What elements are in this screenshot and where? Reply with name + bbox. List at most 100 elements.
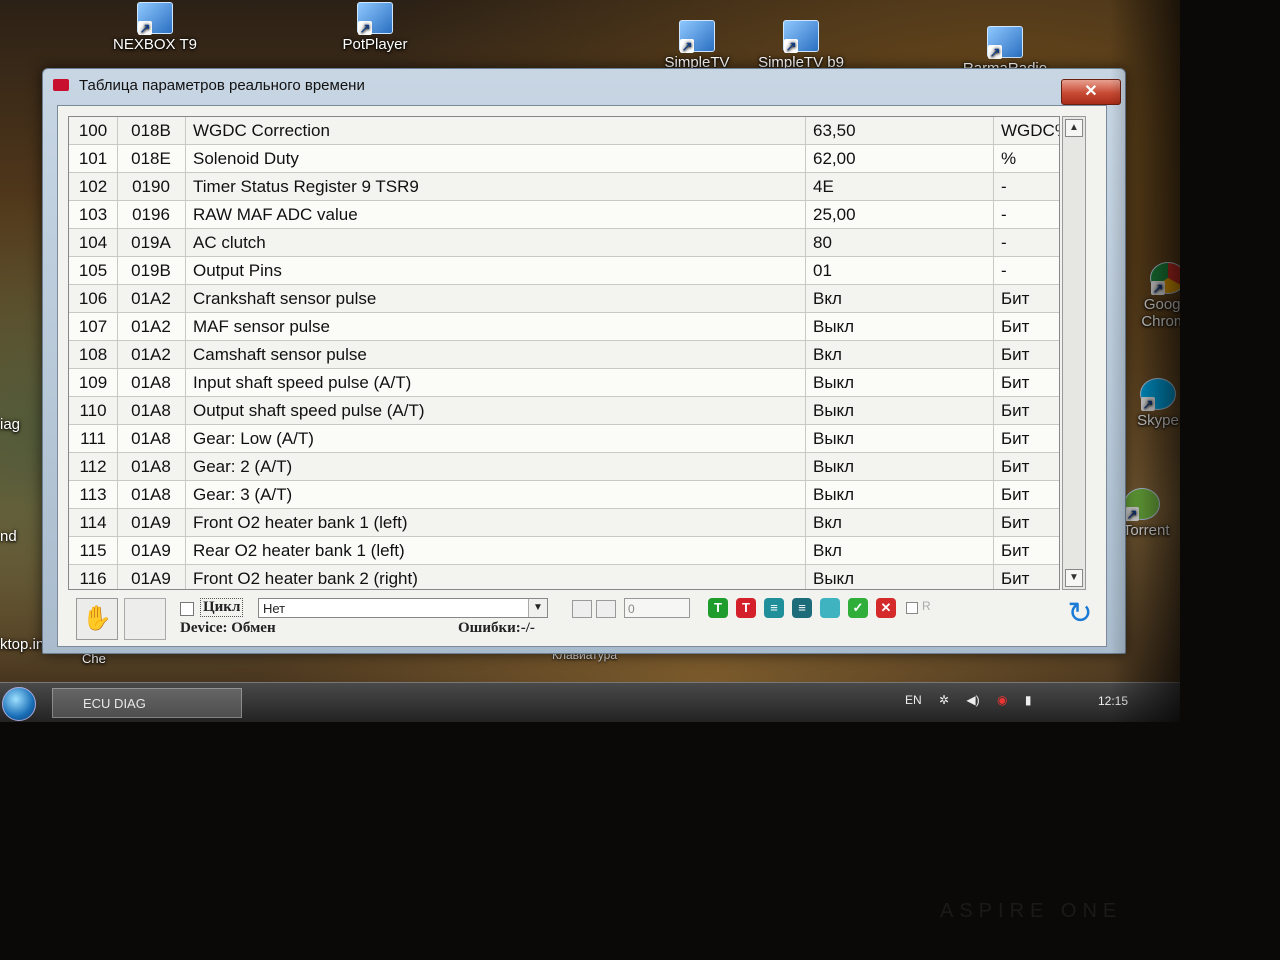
start-button[interactable] (2, 687, 36, 721)
row-parameter-name: Output shaft speed pulse (A/T) (193, 397, 806, 424)
blank-teal-button[interactable] (820, 598, 840, 618)
row-address: 01A9 (117, 565, 186, 589)
table-row[interactable]: 100018B WGDC Correction 63,50 WGDC% (69, 117, 1059, 145)
scroll-down-icon[interactable]: ▼ (1065, 569, 1083, 587)
chevron-down-icon[interactable]: ▼ (528, 599, 547, 617)
row-parameter-name: MAF sensor pulse (193, 313, 806, 340)
table-row[interactable]: 105 019B Output Pins 01- (69, 257, 1059, 285)
table-row[interactable]: 104 019A AC clutch 80- (69, 229, 1059, 257)
row-address: 0190 (117, 173, 186, 200)
row-value: 25,00 (813, 201, 994, 228)
row-value: 01 (813, 257, 994, 284)
desktop-icon-label: iag (0, 416, 21, 433)
desktop-icon-label: ktop.ini (0, 636, 48, 653)
table-row[interactable]: 112 01A8 Gear: 2 (A/T) Выкл Бит (69, 453, 1059, 481)
antivirus-icon[interactable]: ◉ (997, 693, 1007, 707)
hand-icon[interactable]: ✋ (76, 598, 118, 640)
r-checkbox[interactable] (906, 602, 918, 614)
list-dark-button[interactable]: ≡ (792, 598, 812, 618)
table-row[interactable]: 114 01A9 Front O2 heater bank 1 (left) Вкл Б… (69, 509, 1059, 537)
table-row[interactable]: 108 01A2 Camshaft sensor pulse Вкл Бит (69, 341, 1059, 369)
mode-select-value: Нет (263, 601, 286, 616)
potplayer-icon (357, 2, 393, 35)
row-parameter-name: Front O2 heater bank 2 (right) (193, 565, 806, 589)
table-scrollbar[interactable]: ▲ ▼ (1062, 116, 1086, 590)
volume-icon[interactable]: ◀) (966, 693, 979, 707)
desktop: NEXBOX T9 PotPlayer SimpleTV SimpleTV b9… (0, 0, 1180, 722)
desktop-icon-label: uTorrent (1114, 522, 1170, 539)
table-row[interactable]: 109 01A8 Input shaft speed pulse (A/T) Выкл… (69, 369, 1059, 397)
table-row[interactable]: 115 01A9 Rear O2 heater bank 1 (left) Вкл Би… (69, 537, 1059, 565)
table-row[interactable]: 107 01A2 MAF sensor pulse Выкл Бит (69, 313, 1059, 341)
row-parameter-name: AC clutch (193, 229, 806, 256)
desktop-icon-potplayer[interactable]: PotPlayer (320, 2, 430, 53)
table-row[interactable]: 102 0190 Timer Status Register 9 TSR9 4E - (69, 173, 1059, 201)
table-row[interactable]: 106 01A2 Crankshaft sensor pulse Вкл Бит (69, 285, 1059, 313)
row-number: 115 (69, 537, 118, 564)
row-number: 101 (69, 145, 118, 172)
row-unit: - (1001, 177, 1007, 196)
bottom-toolbar: ✋ Цикл Device: Обмен Нет ▼ Ошибки:-/- 0 … (68, 594, 1098, 642)
row-value: Выкл (813, 453, 994, 480)
table-row[interactable]: 111 01A8 Gear: Low (A/T) Выкл Бит (69, 425, 1059, 453)
mode-select[interactable]: Нет ▼ (258, 598, 548, 618)
table-row[interactable]: 116 01A9 Front O2 heater bank 2 (right) Вык… (69, 565, 1059, 589)
window-client: 100018B WGDC Correction 63,50 WGDC% 101018E S… (57, 105, 1107, 647)
counter-field[interactable]: 0 (624, 598, 690, 618)
mini-toggle-2[interactable] (596, 600, 616, 618)
row-unit: Бит (1001, 569, 1030, 588)
desktop-icon-label: PotPlayer (342, 36, 408, 53)
parameter-table[interactable]: 100018B WGDC Correction 63,50 WGDC% 101018E S… (68, 116, 1060, 590)
row-parameter-name: Crankshaft sensor pulse (193, 285, 806, 312)
battery-icon[interactable]: ▮ (1025, 693, 1032, 707)
scroll-up-icon[interactable]: ▲ (1065, 119, 1083, 137)
desktop-icon-label: nd (0, 528, 17, 545)
desktop-icon-skype[interactable]: Skype (1108, 378, 1180, 429)
desktop-icon-simpletv[interactable]: SimpleTV (642, 20, 752, 71)
list-teal-button[interactable]: ≡ (764, 598, 784, 618)
realtime-params-window: Таблица параметров реального времени ✕ 1… (42, 68, 1126, 654)
row-unit: Бит (1001, 373, 1030, 392)
network-icon[interactable]: ✲ (939, 693, 949, 707)
desktop-icon-simpletv-b9[interactable]: SimpleTV b9 (746, 20, 856, 71)
mini-toggle-1[interactable] (572, 600, 592, 618)
taskbar-app-button[interactable]: ECU DIAG (52, 688, 242, 718)
row-parameter-name: Solenoid Duty (193, 145, 806, 172)
app-icon (53, 79, 69, 91)
refresh-icon[interactable]: ↻ (1064, 598, 1096, 630)
blank-button[interactable] (124, 598, 166, 640)
row-number: 107 (69, 313, 118, 340)
table-row[interactable]: 103 0196 RAW MAF ADC value 25,00- (69, 201, 1059, 229)
row-unit: Бит (1001, 541, 1030, 560)
row-unit: Бит (1001, 345, 1030, 364)
desktop-icon-nexbox[interactable]: NEXBOX T9 (100, 2, 210, 53)
desktop-icon-label: Google Chrome (1141, 296, 1180, 330)
table-row[interactable]: 110 01A8 Output shaft speed pulse (A/T) Вык… (69, 397, 1059, 425)
row-value: Выкл (813, 313, 994, 340)
desktop-icon-label: NEXBOX T9 (113, 36, 197, 53)
clock[interactable]: 12:15 (1098, 694, 1128, 708)
row-value: Выкл (813, 369, 994, 396)
row-address: 019B (117, 257, 186, 284)
language-indicator[interactable]: EN (905, 693, 922, 707)
row-unit: WGDC% (1001, 121, 1059, 140)
row-unit: Бит (1001, 429, 1030, 448)
desktop-icon-chrome[interactable]: Google Chrome (1118, 262, 1180, 330)
row-address: 01A2 (117, 341, 186, 368)
close-button[interactable]: ✕ (1061, 79, 1121, 105)
row-unit: Бит (1001, 317, 1030, 336)
table-row[interactable]: 113 01A8 Gear: 3 (A/T) Выкл Бит (69, 481, 1059, 509)
table-row[interactable]: 101 018E Solenoid Duty 62,00% (69, 145, 1059, 173)
check-green-button[interactable]: ✓ (848, 598, 868, 618)
window-titlebar[interactable]: Таблица параметров реального времени ✕ (43, 69, 1125, 105)
t-green-button[interactable]: T (708, 598, 728, 618)
cross-red-button[interactable]: ✕ (876, 598, 896, 618)
row-value: 80 (813, 229, 994, 256)
row-parameter-name: WGDC Correction (193, 117, 806, 144)
row-value: Вкл (813, 509, 994, 536)
t-red-button[interactable]: T (736, 598, 756, 618)
skype-icon (1140, 378, 1176, 411)
row-parameter-name: RAW MAF ADC value (193, 201, 806, 228)
cycle-checkbox[interactable] (180, 602, 194, 616)
row-address: 01A9 (117, 537, 186, 564)
